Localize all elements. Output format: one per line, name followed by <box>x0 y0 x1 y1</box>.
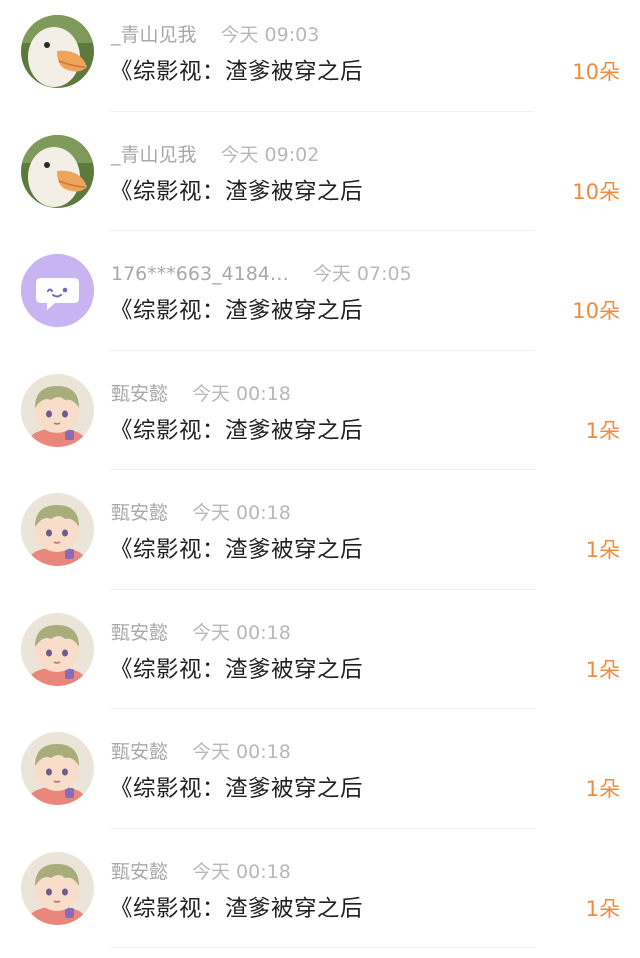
item-meta: 甄安懿 今天 00:18 <box>111 618 291 648</box>
anime-boy-icon <box>21 373 94 447</box>
divider <box>110 588 535 590</box>
user-name[interactable]: 甄安懿 <box>111 379 168 409</box>
chat-bubble-icon <box>21 254 94 327</box>
divider <box>110 110 535 112</box>
gift-amount: 1朵 <box>585 657 620 682</box>
item-meta: _青山见我 今天 09:02 <box>111 140 319 170</box>
timestamp: 今天 00:18 <box>192 382 291 405</box>
user-name[interactable]: 甄安懿 <box>111 857 168 887</box>
timestamp: 今天 00:18 <box>192 502 291 524</box>
user-name[interactable]: _青山见我 <box>111 20 197 50</box>
book-title[interactable]: 《综影视：渣爹被穿之后 <box>110 771 363 807</box>
gift-amount: 1朵 <box>585 896 620 921</box>
user-name[interactable]: 甄安懿 <box>111 498 168 528</box>
timestamp: 今天 09:02 <box>220 143 320 166</box>
list-item[interactable]: 甄安懿 今天 00:18 《综影视：渣爹被穿之后 1朵 <box>0 717 640 837</box>
anime-boy-avatar[interactable] <box>21 493 94 566</box>
anime-boy-icon <box>21 851 94 925</box>
timestamp: 今天 00:18 <box>192 741 291 763</box>
divider <box>110 230 535 231</box>
anime-boy-icon <box>21 732 94 805</box>
book-title[interactable]: 《综影视：渣爹被穿之后 <box>110 293 363 329</box>
gift-amount: 1朵 <box>585 538 620 562</box>
list-item[interactable]: 甄安懿 今天 00:18 《综影视：渣爹被穿之后 1朵 <box>0 478 640 598</box>
anime-boy-avatar[interactable] <box>21 732 94 805</box>
duck-avatar[interactable] <box>21 15 94 88</box>
anime-boy-avatar[interactable] <box>21 851 94 925</box>
item-meta: 甄安懿 今天 00:18 <box>111 737 291 767</box>
divider <box>110 469 535 470</box>
duck-icon <box>21 134 94 208</box>
item-meta: 甄安懿 今天 00:18 <box>111 498 291 528</box>
book-title[interactable]: 《综影视：渣爹被穿之后 <box>110 54 363 90</box>
book-title[interactable]: 《综影视：渣爹被穿之后 <box>110 532 363 568</box>
list-item[interactable]: 甄安懿 今天 00:18 《综影视：渣爹被穿之后 1朵 <box>0 598 640 718</box>
book-title[interactable]: 《综影视：渣爹被穿之后 <box>110 652 363 688</box>
duck-icon <box>21 15 94 88</box>
gift-amount: 1朵 <box>585 777 620 801</box>
list-item[interactable]: _青山见我 今天 09:02 《综影视：渣爹被穿之后 10朵 <box>0 120 640 240</box>
gift-amount: 10朵 <box>572 179 620 204</box>
user-name[interactable]: 176***663_4184… <box>111 259 289 289</box>
divider <box>110 349 535 351</box>
user-name[interactable]: _青山见我 <box>111 140 197 170</box>
user-name[interactable]: 甄安懿 <box>111 737 168 767</box>
timestamp: 今天 00:18 <box>192 621 291 644</box>
list-item[interactable]: _青山见我 今天 09:03 《综影视：渣爹被穿之后 10朵 <box>0 0 640 120</box>
anime-boy-avatar[interactable] <box>21 612 94 686</box>
divider <box>110 947 535 948</box>
gift-record-list: _青山见我 今天 09:03 《综影视：渣爹被穿之后 10朵 _青山见我 今天 09… <box>0 0 640 958</box>
book-title[interactable]: 《综影视：渣爹被穿之后 <box>110 174 363 210</box>
divider <box>110 827 535 829</box>
gift-amount: 10朵 <box>572 299 620 323</box>
user-name[interactable]: 甄安懿 <box>111 618 168 648</box>
chat-bubble-avatar[interactable] <box>21 254 94 327</box>
item-meta: 甄安懿 今天 00:18 <box>111 857 291 887</box>
divider <box>110 708 535 709</box>
duck-avatar[interactable] <box>21 134 94 208</box>
gift-amount: 1朵 <box>585 418 620 443</box>
list-item[interactable]: 甄安懿 今天 00:18 《综影视：渣爹被穿之后 1朵 <box>0 837 640 957</box>
anime-boy-icon <box>21 612 94 686</box>
timestamp: 今天 00:18 <box>192 860 291 883</box>
book-title[interactable]: 《综影视：渣爹被穿之后 <box>110 891 363 927</box>
item-meta: 甄安懿 今天 00:18 <box>111 379 291 409</box>
item-meta: 176***663_4184… 今天 07:05 <box>111 259 412 289</box>
gift-amount: 10朵 <box>572 60 620 84</box>
item-meta: _青山见我 今天 09:03 <box>111 20 319 50</box>
anime-boy-icon <box>21 493 94 566</box>
list-item[interactable]: 176***663_4184… 今天 07:05 《综影视：渣爹被穿之后 10朵 <box>0 239 640 359</box>
timestamp: 今天 07:05 <box>312 263 412 285</box>
list-item[interactable]: 甄安懿 今天 00:18 《综影视：渣爹被穿之后 1朵 <box>0 359 640 479</box>
book-title[interactable]: 《综影视：渣爹被穿之后 <box>110 413 363 449</box>
anime-boy-avatar[interactable] <box>21 373 94 447</box>
timestamp: 今天 09:03 <box>220 24 320 46</box>
